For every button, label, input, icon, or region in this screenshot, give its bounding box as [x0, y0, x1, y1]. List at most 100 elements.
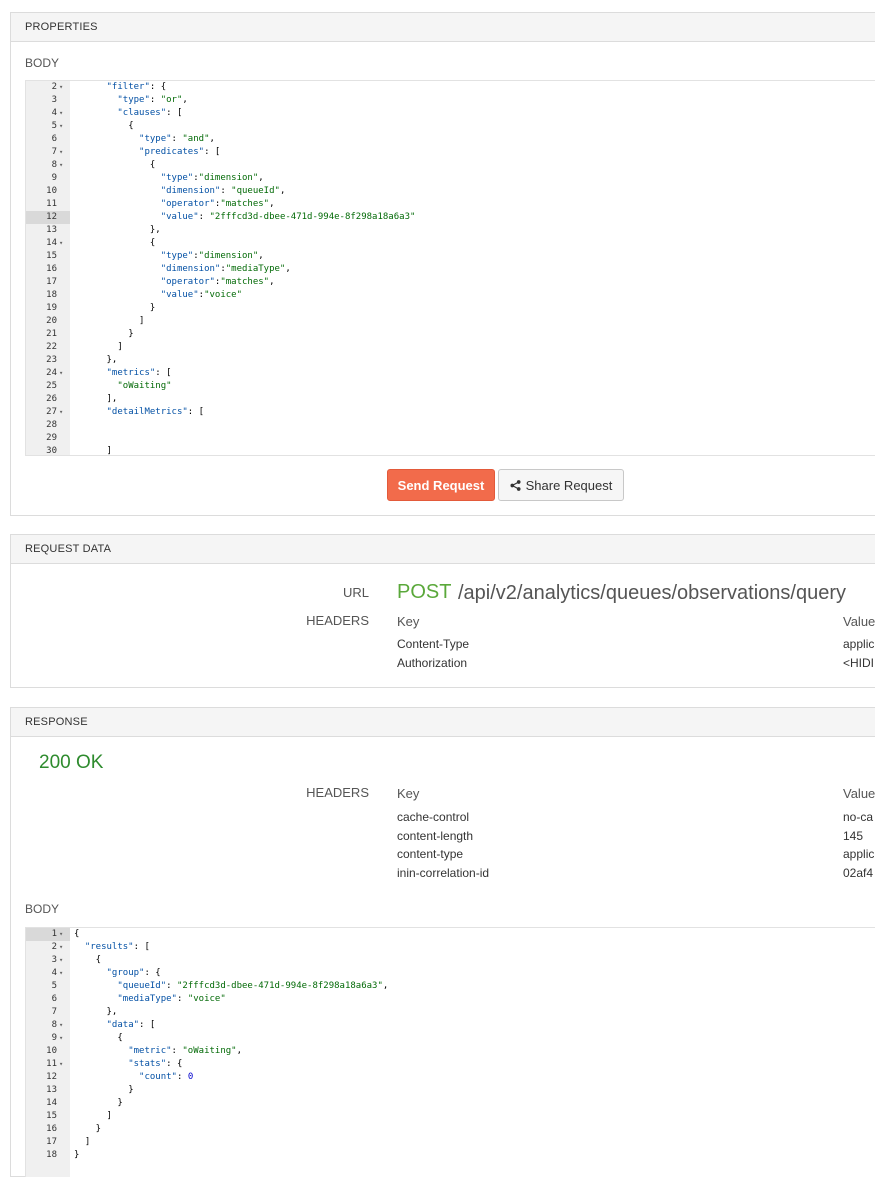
- json-punct: : [: [187, 407, 205, 417]
- json-punct: :: [149, 95, 161, 105]
- json-string: "2fffcd3d-dbee-471d-994e-8f298a18a6a3": [176, 981, 383, 991]
- code-line: 18 "value":"voice": [26, 289, 875, 302]
- code-text: },: [107, 354, 118, 367]
- json-punct: ,: [285, 264, 291, 274]
- fold-arrow-icon[interactable]: ▾: [59, 1032, 69, 1045]
- json-punct: ]: [106, 446, 112, 456]
- line-number: 12: [46, 1072, 57, 1082]
- code-line: 19}: [26, 302, 875, 315]
- fold-arrow-icon[interactable]: ▾: [59, 967, 69, 980]
- code-text: ]: [85, 1136, 90, 1149]
- code-text: "metric": "oWaiting",: [128, 1045, 242, 1058]
- json-punct: {: [149, 160, 156, 170]
- response-header-key: content-type: [397, 847, 464, 861]
- json-punct: {: [95, 955, 102, 965]
- fold-arrow-icon[interactable]: ▾: [59, 928, 69, 941]
- json-punct: :: [171, 1046, 183, 1056]
- code-text: "clauses": [: [117, 107, 182, 120]
- code-text: "stats": {: [128, 1058, 182, 1071]
- json-punct: :: [176, 1072, 188, 1082]
- code-text: "operator":"matches",: [161, 198, 275, 211]
- json-key: "dimension": [160, 186, 221, 196]
- code-text: "queueId": "2fffcd3d-dbee-471d-994e-8f29…: [117, 980, 388, 993]
- fold-arrow-icon[interactable]: ▾: [59, 237, 69, 250]
- code-line: 30]: [26, 445, 875, 456]
- json-punct: ]: [84, 1137, 91, 1147]
- json-punct: {: [74, 929, 80, 939]
- code-text: "value":"voice": [161, 289, 242, 302]
- line-number: 8: [51, 1020, 57, 1030]
- fold-arrow-icon[interactable]: ▾: [59, 1058, 69, 1071]
- json-punct: ,: [236, 1046, 242, 1056]
- line-number: 11: [46, 199, 57, 209]
- request-method: POST: [397, 581, 452, 603]
- json-punct: ]: [139, 316, 145, 326]
- json-punct: }: [95, 1124, 102, 1134]
- json-string: "dimension": [198, 173, 259, 183]
- line-number: 25: [46, 381, 57, 391]
- request-headers-label: HEADERS: [306, 613, 369, 628]
- request-path: /api/v2/analytics/queues/observations/qu…: [458, 582, 847, 604]
- fold-arrow-icon[interactable]: ▾: [59, 941, 69, 954]
- line-number: 13: [46, 225, 57, 235]
- line-number: 3: [51, 955, 57, 965]
- json-key: "type": [139, 134, 172, 144]
- code-line: 23},: [26, 354, 875, 367]
- json-key: "filter": [106, 82, 150, 92]
- fold-arrow-icon[interactable]: ▾: [59, 120, 69, 133]
- json-key: "operator": [160, 277, 215, 287]
- json-punct: },: [149, 225, 161, 235]
- json-string: "oWaiting": [117, 381, 172, 391]
- fold-arrow-icon[interactable]: ▾: [59, 107, 69, 120]
- line-number: 4: [51, 968, 57, 978]
- line-number: 5: [51, 121, 57, 131]
- fold-arrow-icon[interactable]: ▾: [59, 406, 69, 419]
- fold-arrow-icon[interactable]: ▾: [59, 81, 69, 94]
- response-body-editor[interactable]: 1 ▾{2 ▾ "results": [3 ▾{4 ▾ "group": {5 "queueI…: [25, 927, 875, 1177]
- request-data-panel: REQUEST DATA URL POST /api/v2/analytics/…: [10, 534, 875, 688]
- line-number: 9: [51, 1033, 57, 1043]
- line-number: 29: [46, 433, 57, 443]
- code-text: "group": {: [107, 967, 161, 980]
- json-punct: }: [149, 303, 156, 313]
- fold-arrow-icon[interactable]: ▾: [59, 146, 69, 159]
- code-line: 9 ▾ {: [26, 1032, 875, 1045]
- request-header-key: Authorization: [397, 656, 468, 670]
- json-punct: :: [171, 134, 183, 144]
- code-text: }: [117, 1097, 122, 1110]
- json-string: "and": [182, 134, 210, 144]
- line-number: 23: [46, 355, 57, 365]
- fold-arrow-icon[interactable]: ▾: [59, 159, 69, 172]
- json-string: "queueId": [231, 186, 280, 196]
- code-text: ]: [117, 341, 122, 354]
- code-line: 14}: [26, 1097, 875, 1110]
- json-punct: {: [149, 238, 156, 248]
- code-text: "results": [: [85, 941, 150, 954]
- json-key: "mediaType": [117, 994, 177, 1004]
- code-line: 13},: [26, 224, 875, 237]
- code-line: 22]: [26, 341, 875, 354]
- response-header-value: 145: [843, 829, 864, 843]
- fold-arrow-icon[interactable]: ▾: [59, 954, 69, 967]
- line-number: 10: [46, 1046, 57, 1056]
- code-line: 1 ▾ {: [26, 928, 875, 941]
- code-line: 11 ▾ "stats": {: [26, 1058, 875, 1071]
- url-label: URL: [342, 585, 369, 600]
- share-request-button[interactable]: Share Request: [498, 469, 624, 501]
- request-body-editor[interactable]: 2 ▾ "filter": {3 "type": "or", 4 ▾ "clauses": …: [25, 80, 875, 456]
- code-line: 15 "type":"dimension",: [26, 250, 875, 263]
- fold-arrow-icon[interactable]: ▾: [59, 367, 69, 380]
- code-text: "dimension":"mediaType",: [161, 263, 291, 276]
- line-number: 12: [46, 212, 57, 222]
- code-text: {: [128, 120, 133, 133]
- line-number: 26: [46, 394, 57, 404]
- code-text: {: [96, 954, 101, 967]
- code-text: },: [107, 1006, 118, 1019]
- line-number: 5: [51, 981, 57, 991]
- code-text: {: [117, 1032, 122, 1045]
- fold-arrow-icon[interactable]: ▾: [59, 1019, 69, 1032]
- json-punct: ,: [269, 277, 275, 287]
- json-punct: ],: [106, 394, 118, 404]
- json-key: "operator": [160, 199, 215, 209]
- send-request-button[interactable]: Send Request: [387, 469, 495, 501]
